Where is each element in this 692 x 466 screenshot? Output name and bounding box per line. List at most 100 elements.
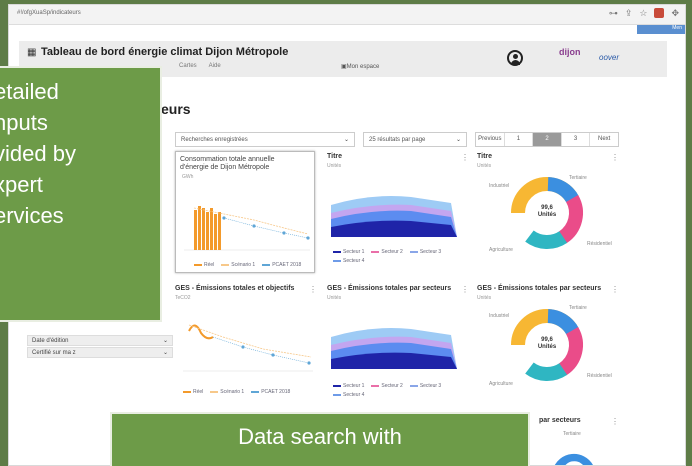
card-title: GES - Émissions totales et objectifs (175, 285, 295, 292)
callout-box-data-search: Data search with (110, 412, 530, 466)
filter-certifie[interactable]: Certifié sur ma z ⌄ (27, 347, 173, 358)
callout-text: Data search with (238, 424, 402, 449)
legend-item: PCAET 2018 (262, 262, 301, 268)
callout-line: vided by (0, 141, 76, 166)
card-title: Consommation totale annuelle (180, 156, 275, 163)
callout-line: nputs (0, 110, 48, 135)
header-nav: Cartes Aide (179, 63, 221, 69)
legend-label: PCAET 2018 (272, 262, 302, 268)
url-text[interactable]: #!/ofgXuaSp/indicateurs (17, 10, 81, 16)
legend-label: Secteur 2 (381, 383, 403, 389)
legend-item: Scénario 1 (210, 389, 244, 395)
legend-item: Secteur 2 (371, 383, 403, 389)
chart-legend: Réel Scénario 1 PCAET 2018 (194, 262, 301, 268)
card-unit: Unités (477, 163, 492, 169)
card-title: GES - Émissions totales par secteurs (477, 285, 602, 292)
pagination-page-3[interactable]: 3 (562, 133, 591, 146)
puzzle-icon[interactable]: ✥ (671, 8, 679, 19)
pagination-page-2[interactable]: 2 (533, 133, 562, 146)
pagination-previous[interactable]: Previous (476, 133, 505, 146)
partner-logo: oover (599, 53, 620, 62)
browser-toolbar: ⊶ ⇪ ☆ ✥ (609, 8, 679, 19)
legend-label: Secteur 1 (343, 249, 365, 255)
card-title: Titre (477, 153, 493, 160)
more-options-icon[interactable]: ⋮ (461, 153, 469, 162)
indicator-card[interactable]: Consommation totale annuelle d'énergie d… (175, 151, 315, 273)
card-unit: Unités (477, 295, 492, 301)
results-per-page-value: 25 résultats par page (369, 137, 426, 143)
menu-button[interactable]: Men (637, 25, 685, 34)
my-space-link[interactable]: ▣Mon espace (341, 63, 379, 70)
callout-box-detailed-inputs: etailed nputs vided by xpert ervices (0, 66, 162, 322)
page-title: eurs (161, 101, 191, 117)
donut-center-unit: Unités (537, 344, 557, 350)
slide-background: #!/ofgXuaSp/indicateurs ⊶ ⇪ ☆ ✥ Men ▦ Ta… (0, 0, 692, 466)
callout-line: xpert (0, 172, 43, 197)
indicator-card[interactable]: GES - Émissions totales par secteurs ⋮ U… (477, 285, 619, 405)
chart-legend: Secteur 1 Secteur 2 Secteur 3 Secteur 4 (333, 383, 467, 398)
card-title: Titre (327, 153, 343, 160)
indicator-card[interactable]: Titre ⋮ Unités 99,6 Unités Tertiaire Indu… (477, 153, 619, 273)
donut-center-value: 99,6 (541, 337, 553, 343)
saved-searches-value: Recherches enregistrées (181, 137, 248, 143)
chevron-down-icon: ⌄ (343, 137, 349, 143)
chevron-down-icon: ⌄ (162, 338, 168, 344)
star-icon[interactable]: ☆ (639, 8, 647, 19)
slice-label: Industriel (489, 183, 510, 189)
legend-label: Secteur 3 (419, 249, 442, 255)
legend-item: Secteur 4 (333, 392, 364, 398)
legend-label: Secteur 2 (381, 249, 403, 255)
legend-label: Secteur 3 (419, 383, 442, 389)
emissions-chart (183, 324, 313, 372)
more-options-icon[interactable]: ⋮ (611, 153, 619, 162)
key-icon[interactable]: ⊶ (609, 8, 618, 19)
legend-label: Réel (193, 389, 204, 395)
indicator-card[interactable]: GES - Émissions totales par secteurs ⋮ U… (327, 285, 469, 405)
legend-item: Secteur 1 (333, 249, 364, 255)
stacked-area-chart (331, 328, 457, 369)
donut-center-label: 99,6 Unités (532, 205, 562, 219)
card-unit: Unités (327, 295, 342, 301)
legend-item: Secteur 4 (333, 258, 364, 264)
more-options-icon[interactable]: ⋮ (611, 285, 619, 294)
saved-searches-select[interactable]: Recherches enregistrées ⌄ (175, 132, 355, 147)
results-per-page-select[interactable]: 25 résultats par page ⌄ (363, 132, 467, 147)
card-title: par secteurs (539, 417, 581, 424)
donut-chart (554, 453, 593, 465)
nav-item-aide[interactable]: Aide (209, 63, 221, 69)
more-options-icon[interactable]: ⋮ (611, 417, 619, 426)
legend-label: PCAET 2018 (261, 389, 291, 395)
filter-date-edition[interactable]: Date d'édition ⌄ (27, 335, 173, 346)
slice-label: Tertiaire (569, 305, 587, 311)
apps-grid-icon[interactable]: ▦ (27, 47, 36, 58)
extension-icon[interactable] (654, 8, 665, 18)
slice-label: Résidentiel (587, 241, 612, 247)
nav-item-cartes[interactable]: Cartes (179, 63, 197, 69)
legend-item: Secteur 2 (371, 249, 403, 255)
filter-label: Date d'édition (32, 338, 69, 344)
legend-item: Secteur 1 (333, 383, 364, 389)
slice-label: Agriculture (489, 381, 513, 387)
user-avatar-icon[interactable] (507, 50, 523, 66)
more-options-icon[interactable]: ⋮ (461, 285, 469, 294)
dijon-logo: dijon (559, 47, 581, 57)
donut-center-label: 99,6 Unités (532, 337, 562, 351)
share-icon[interactable]: ⇪ (625, 8, 633, 19)
indicator-card[interactable]: par secteurs ⋮ Tertiaire (539, 417, 619, 465)
stacked-area-chart (331, 196, 457, 237)
indicator-card[interactable]: GES - Émissions totales et objectifs ⋮ T… (175, 285, 317, 405)
pagination-next[interactable]: Next (590, 133, 618, 146)
card-unit: GWh (182, 174, 194, 180)
legend-label: Scénario 1 (220, 389, 245, 395)
legend-item: Réel (183, 389, 203, 395)
indicator-card[interactable]: Titre ⋮ Unités Secteur 1 Secteur 2 Secte… (327, 153, 469, 273)
slice-label: Industriel (489, 313, 510, 319)
legend-item: Réel (194, 262, 214, 268)
browser-address-bar[interactable]: #!/ofgXuaSp/indicateurs ⊶ ⇪ ☆ ✥ (9, 5, 685, 25)
pcaet-line (223, 217, 309, 239)
more-options-icon[interactable]: ⋮ (309, 285, 317, 294)
slice-label: Résidentiel (587, 373, 612, 379)
chart-legend: Réel Scénario 1 PCAET 2018 (183, 389, 290, 395)
app-title: Tableau de bord énergie climat Dijon Mét… (41, 46, 289, 58)
pagination-page-1[interactable]: 1 (505, 133, 534, 146)
